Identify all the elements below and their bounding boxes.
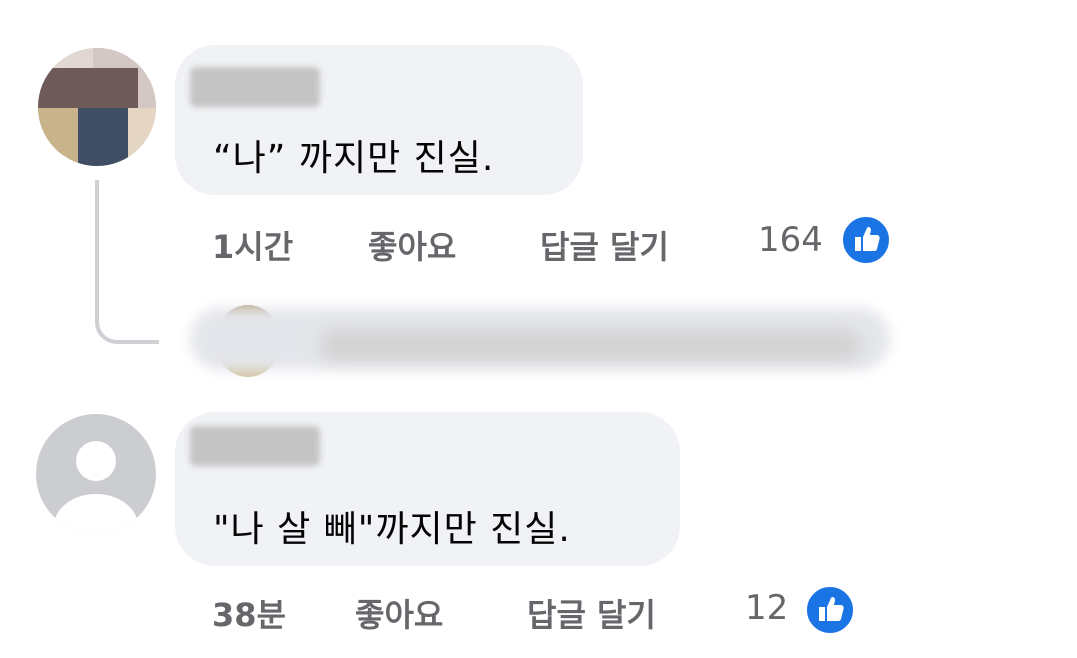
commenter-name-redacted[interactable] <box>190 426 320 466</box>
thumbs-up-icon <box>840 214 892 266</box>
comment-text: “나” 까지만 진실. <box>213 138 495 179</box>
like-button[interactable]: 좋아요 <box>355 590 443 636</box>
comment-text: "나 살 빼"까지만 진실. <box>213 509 571 550</box>
reply-preview-smudge <box>320 330 860 360</box>
thumbs-up-icon <box>804 584 856 636</box>
reply-button[interactable]: 답글 달기 <box>540 222 669 268</box>
thread-connector-line <box>95 180 159 344</box>
comment-timestamp[interactable]: 1시간 <box>212 222 293 268</box>
comment-bubble: “나” 까지만 진실. <box>175 45 583 195</box>
default-avatar[interactable] <box>36 414 156 534</box>
comment-timestamp[interactable]: 38분 <box>212 590 286 636</box>
like-button[interactable]: 좋아요 <box>368 222 456 268</box>
reply-button[interactable]: 답글 달기 <box>527 590 656 636</box>
reaction-count[interactable]: 12 <box>745 588 788 628</box>
reaction-count[interactable]: 164 <box>758 220 823 260</box>
commenter-name-redacted[interactable] <box>190 67 320 107</box>
comment-bubble: "나 살 빼"까지만 진실. <box>175 412 680 566</box>
commenter-avatar[interactable] <box>38 48 156 166</box>
